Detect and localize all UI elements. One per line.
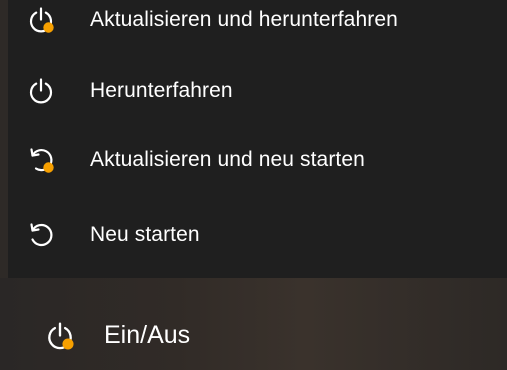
power-options-menu: Aktualisieren und herunterfahren Herunte… [8, 0, 507, 278]
menu-item-label: Neu starten [90, 223, 200, 246]
menu-item-shutdown[interactable]: Herunterfahren [8, 59, 507, 123]
power-icon [26, 76, 56, 106]
menu-item-update-and-shutdown[interactable]: Aktualisieren und herunterfahren [8, 0, 507, 52]
menu-item-label: Aktualisieren und herunterfahren [90, 8, 398, 31]
power-button-label: Ein/Aus [104, 321, 191, 349]
menu-item-label: Aktualisieren und neu starten [90, 148, 365, 171]
restart-update-icon [26, 145, 56, 175]
menu-item-restart[interactable]: Neu starten [8, 203, 507, 267]
start-menu-power-bar: Ein/Aus [0, 278, 507, 370]
restart-icon [26, 220, 56, 250]
power-button[interactable]: Ein/Aus [22, 312, 282, 362]
menu-item-update-and-restart[interactable]: Aktualisieren und neu starten [8, 128, 507, 192]
power-update-icon [44, 320, 76, 352]
power-update-icon [26, 5, 56, 35]
menu-item-label: Herunterfahren [90, 79, 233, 102]
